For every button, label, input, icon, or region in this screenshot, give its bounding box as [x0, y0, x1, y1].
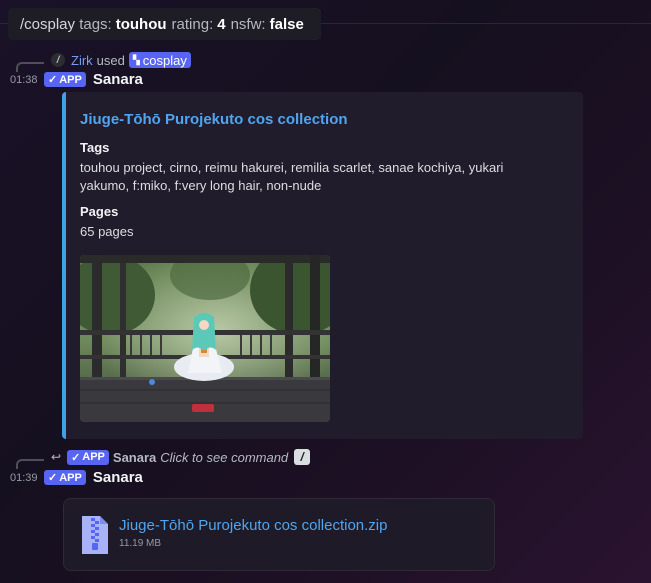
embed-field-name: Pages [80, 204, 119, 219]
embed-field-value: touhou project, cirno, reimu hakurei, re… [80, 160, 504, 193]
reply-arrow-icon: ↩ [51, 450, 62, 464]
app-badge-label: APP [82, 451, 105, 463]
message-timestamp[interactable]: 01:38 [10, 74, 38, 86]
rating-key: rating: [171, 15, 214, 33]
tags-value: touhou [115, 15, 167, 33]
embed-title[interactable]: Jiuge-Tōhō Purojekuto cos collection [80, 111, 348, 128]
cosplay-photo [80, 255, 330, 422]
zip-file-icon [82, 516, 108, 554]
reply-connector [16, 459, 44, 469]
attachment-size: 11.19 MB [119, 538, 162, 549]
nsfw-value: false [269, 15, 304, 33]
command-pill-label: cosplay [142, 52, 187, 68]
message-header: ✓ APP Sanara [44, 71, 143, 88]
app-badge-label: APP [59, 471, 82, 484]
verified-check-icon: ✓ [48, 472, 58, 484]
referenced-author[interactable]: Sanara [113, 450, 156, 465]
author-name[interactable]: Sanara [93, 469, 143, 486]
rating-value: 4 [217, 15, 226, 33]
tags-key: tags: [79, 15, 112, 33]
app-badge: ✓ APP [44, 470, 86, 485]
used-label: used [96, 52, 125, 68]
embed: Jiuge-Tōhō Purojekuto cos collection Tag… [62, 92, 583, 439]
command-name: /cosplay [20, 15, 76, 33]
embed-image[interactable] [80, 255, 330, 422]
author-name[interactable]: Sanara [93, 71, 143, 88]
command-reference[interactable]: / Zirk used ▚ cosplay [51, 52, 191, 68]
see-command-link[interactable]: Click to see command [160, 450, 288, 465]
app-badge-label: APP [59, 73, 82, 86]
file-attachment[interactable]: Jiuge-Tōhō Purojekuto cos collection.zip… [63, 498, 495, 571]
verified-check-icon: ✓ [48, 74, 58, 86]
app-badge: ✓ APP [44, 72, 86, 87]
slash-command-icon: / [294, 449, 311, 465]
message-header: ✓ APP Sanara [44, 469, 143, 486]
invoking-user[interactable]: Zirk [71, 53, 93, 68]
verified-check-icon: ✓ [71, 451, 81, 464]
nsfw-key: nsfw: [230, 15, 266, 33]
reply-connector [16, 62, 44, 72]
command-reference[interactable]: ↩ ✓ APP Sanara Click to see command / [51, 449, 311, 465]
embed-field-value: 65 pages [80, 224, 134, 239]
app-command-icon: ▚ [132, 54, 140, 65]
command-pill[interactable]: ▚ cosplay [128, 52, 191, 68]
slash-command-icon: / [51, 53, 65, 67]
embed-field-name: Tags [80, 140, 110, 155]
message-timestamp[interactable]: 01:39 [10, 472, 38, 484]
attachment-filename[interactable]: Jiuge-Tōhō Purojekuto cos collection.zip [119, 517, 387, 534]
command-preview-bar: /cosplay tags: touhou rating: 4 nsfw: false [8, 8, 321, 40]
app-badge: ✓ APP [67, 449, 109, 465]
